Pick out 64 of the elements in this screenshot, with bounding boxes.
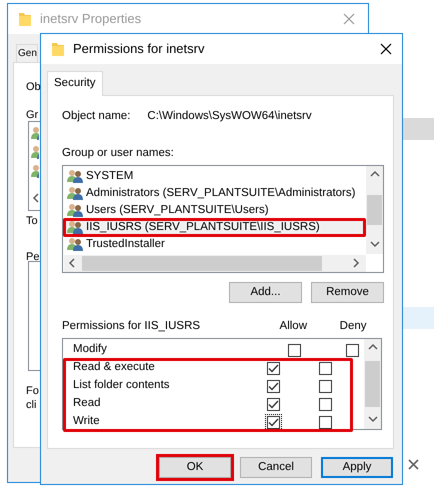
permission-name: Write — [73, 414, 101, 430]
permission-name: Read & execute — [73, 360, 156, 376]
permission-name: Read — [73, 396, 102, 412]
column-header: Deny — [338, 318, 368, 334]
tab[interactable]: Gen — [16, 44, 38, 62]
checkbox[interactable] — [265, 360, 282, 376]
users-icon — [67, 220, 83, 234]
close-icon[interactable] — [380, 43, 392, 55]
users-icon — [67, 237, 83, 252]
checkbox[interactable] — [265, 414, 282, 430]
permissions-label: Permissions for IIS_IUSRS — [62, 318, 202, 334]
checkbox[interactable] — [317, 360, 334, 376]
checkbox[interactable] — [317, 396, 334, 412]
label: Fo — [26, 384, 39, 399]
user-row[interactable]: TrustedInstaller — [64, 236, 365, 253]
dialog-title: Permissions for inetsrv — [73, 40, 204, 58]
tab[interactable]: Security — [47, 71, 103, 96]
checkmark-icon — [268, 382, 280, 390]
label: Pe — [26, 250, 40, 265]
dialog-button[interactable]: OK — [159, 457, 231, 478]
checkbox[interactable] — [344, 342, 361, 358]
users-icon — [31, 164, 39, 178]
dialog-button[interactable]: Cancel — [240, 457, 312, 478]
label: cli — [26, 398, 36, 413]
vertical-scrollbar[interactable] — [366, 166, 383, 254]
vertical-scrollbar[interactable] — [364, 339, 381, 429]
permission-name: List folder contents — [73, 378, 171, 394]
scroll-right-icon[interactable] — [352, 258, 362, 268]
scroll-down-icon[interactable] — [368, 415, 378, 425]
checkbox[interactable] — [317, 414, 334, 430]
user-row[interactable]: Administrators (SERV_PLANTSUITE\Administrators) — [64, 184, 365, 202]
object-path: C:\Windows\SysWOW64\inetsrv — [147, 109, 312, 124]
checkmark-icon — [268, 364, 280, 372]
window-title: inetsrv Properties — [40, 10, 142, 28]
checkmark-icon — [268, 400, 280, 408]
checkbox[interactable] — [265, 396, 282, 412]
permission-list[interactable]: Modify Read & execute List folder contents Read Write — [62, 338, 382, 430]
users-icon — [67, 203, 83, 218]
checkbox[interactable] — [286, 342, 303, 358]
users-icon — [67, 169, 83, 184]
group-label: Group or user names: — [62, 146, 174, 160]
dialog-button[interactable]: Add... — [229, 282, 302, 303]
checkbox[interactable] — [317, 378, 334, 394]
user-list[interactable]: SYSTEM Administrators (SERV_PLANTSUITE\Administrators) Users (SERV_PLANTSUITE\Users) IIS_IUSRS (SERV_PLANTSUITE\IIS_IUSRS) TrustedInstaller — [62, 164, 384, 273]
scroll-down-icon[interactable] — [370, 240, 380, 250]
field-label: Object name: — [62, 109, 130, 124]
users-icon — [31, 126, 39, 140]
checkmark-icon — [268, 418, 280, 426]
users-icon — [67, 186, 83, 200]
label: Ob — [26, 80, 41, 95]
user-row[interactable]: SYSTEM — [64, 168, 365, 185]
column-header: Allow — [278, 318, 308, 334]
dialog-button[interactable]: Remove — [311, 282, 384, 303]
checkbox[interactable] — [265, 378, 282, 394]
permission-name: Modify — [73, 342, 108, 358]
user-row[interactable]: IIS_IUSRS (SERV_PLANTSUITE\IIS_IUSRS) — [64, 218, 365, 236]
user-row[interactable]: Users (SERV_PLANTSUITE\Users) — [64, 202, 365, 219]
users-icon — [31, 145, 39, 159]
dialog-button[interactable]: Apply — [321, 457, 393, 478]
label: Gr — [26, 108, 38, 123]
horizontal-scrollbar[interactable] — [64, 254, 366, 272]
folder-icon — [51, 41, 65, 57]
label: To — [26, 214, 38, 229]
folder-icon — [18, 11, 32, 27]
